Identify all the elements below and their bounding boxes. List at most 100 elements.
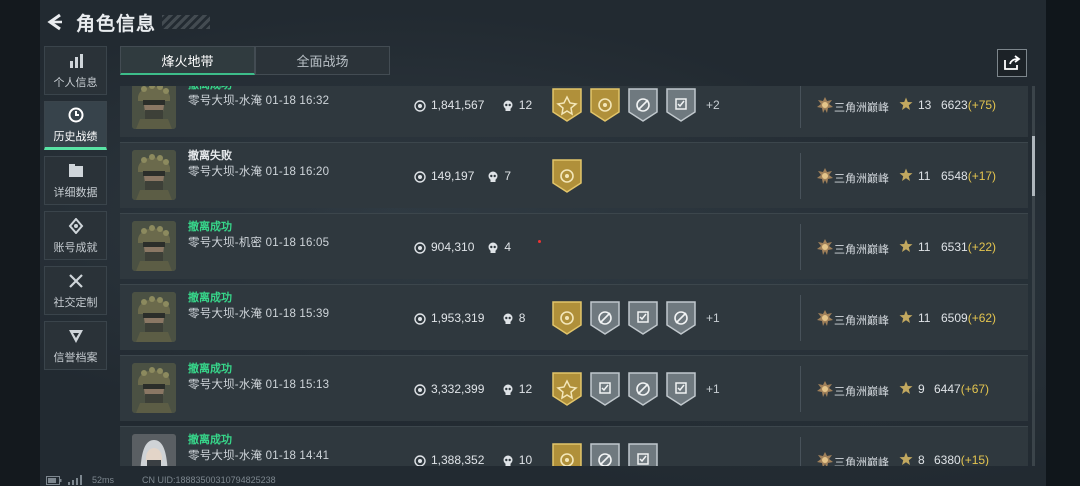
extracted-value: 1,953,319: [431, 311, 485, 325]
score-value: 6531: [941, 240, 968, 254]
skull-icon: [487, 241, 499, 253]
share-icon: [1004, 55, 1021, 70]
extraction-result: 撤离失败: [188, 150, 232, 162]
match-history-list[interactable]: 撤离成功 零号大坝-水淹 01-18 16:32 1,841,567 12 +2 三角洲巅…: [120, 86, 1028, 466]
gold-medal-icon[interactable]: [552, 372, 582, 406]
gold-medal-icon[interactable]: [552, 88, 582, 122]
coin-icon: [414, 99, 426, 112]
rank-level: 9: [918, 382, 925, 396]
map-and-time: 零号大坝-机密 01-18 16:05: [188, 237, 330, 249]
kill-count: 10: [518, 453, 533, 466]
operator-avatar: [132, 150, 176, 200]
silver-medal-icon[interactable]: [628, 443, 658, 466]
more-medals-count[interactable]: +1: [706, 382, 720, 396]
match-row[interactable]: 撤离成功零号大坝-水淹 01-18 16:321,841,56712+2三角洲巅…: [120, 86, 1028, 137]
map-and-time: 零号大坝-水淹 01-18 14:41: [188, 450, 330, 462]
match-row[interactable]: 撤离成功 零号大坝-水淹 01-18 15:39 1,953,319 8 +1 三角洲巅峰…: [120, 284, 1028, 350]
coin-icon: [414, 170, 426, 183]
match-row[interactable]: 撤离成功零号大坝-水淹 01-18 15:13 3,332,399 12 +1 三角洲巅…: [120, 355, 1028, 421]
kill-count: 8: [518, 311, 526, 325]
share-button[interactable]: [997, 49, 1027, 77]
score-value: 6548: [941, 169, 968, 183]
more-medals-count[interactable]: +2: [706, 98, 720, 112]
notification-dot: [538, 240, 541, 243]
rank-level: 8: [918, 453, 925, 466]
nav-label: 详细数据: [53, 187, 98, 199]
silver-medal-icon[interactable]: [628, 88, 658, 122]
scrollbar[interactable]: [1032, 86, 1035, 466]
rank-emblem-icon: [816, 167, 834, 185]
gold-medal-icon[interactable]: [552, 301, 582, 335]
skull-icon: [487, 170, 499, 182]
match-row[interactable]: 撤离成功 零号大坝-机密 01-18 16:05 904,310 4 三角洲巅峰 11 65…: [120, 213, 1028, 279]
skull-icon: [502, 312, 514, 324]
silver-medal-icon[interactable]: [666, 88, 696, 122]
rank-name: 三角洲巅峰: [834, 102, 889, 114]
skull-icon: [502, 383, 514, 395]
silver-medal-icon[interactable]: [590, 443, 620, 466]
ping-value: 52ms: [92, 475, 115, 485]
match-row[interactable]: 撤离成功 零号大坝-水淹 01-18 14:41 1,388,352 10 三角洲巅峰 8…: [120, 426, 1028, 466]
kill-count: 12: [518, 98, 533, 112]
gold-medal-icon[interactable]: [552, 443, 582, 466]
title-decoration: [162, 15, 211, 29]
back-arrow-icon[interactable]: [44, 11, 66, 33]
nav-item-history[interactable]: 历史战绩: [44, 101, 107, 150]
operator-avatar: [132, 86, 176, 129]
tab-hazard-zone[interactable]: 烽火地带: [120, 46, 255, 75]
coin-icon: [414, 383, 426, 396]
silver-medal-icon[interactable]: [628, 372, 658, 406]
extracted-value: 3,332,399: [431, 382, 485, 396]
nav-label: 社交定制: [53, 297, 98, 309]
map-and-time: 零号大坝-水淹 01-18 15:13: [188, 379, 330, 391]
tab-full-battlefield[interactable]: 全面战场: [255, 46, 390, 75]
nav-item-reputation[interactable]: 信誉档案: [44, 321, 107, 370]
medal-icon: [68, 216, 84, 236]
nav-label: 信誉档案: [53, 352, 98, 364]
silver-medal-icon[interactable]: [666, 301, 696, 335]
star-icon: [899, 97, 913, 111]
nav-item-details[interactable]: 详细数据: [44, 156, 107, 205]
gold-medal-icon[interactable]: [590, 88, 620, 122]
battery-icon: [46, 475, 62, 485]
gold-medal-icon[interactable]: [552, 159, 582, 193]
silver-medal-icon[interactable]: [590, 301, 620, 335]
row-divider: [800, 153, 801, 199]
score-delta: (+75): [967, 98, 997, 112]
rank-emblem-icon: [816, 96, 834, 114]
kill-count: 7: [504, 169, 512, 183]
nav-item-profile[interactable]: 个人信息: [44, 46, 107, 95]
operator-avatar: [132, 221, 176, 271]
scroll-thumb[interactable]: [1032, 136, 1035, 196]
score-value: 6623: [941, 98, 968, 112]
kill-count: 12: [518, 382, 533, 396]
row-divider: [800, 224, 801, 270]
extraction-result: 撤离成功: [188, 363, 232, 375]
signal-icon: [68, 475, 82, 485]
rank-score: 6531(+22): [941, 240, 996, 254]
silver-medal-icon[interactable]: [628, 301, 658, 335]
coin-icon: [414, 454, 426, 466]
side-nav: 个人信息 历史战绩 详细数据 账号成就 社交定制 信誉档案: [44, 46, 107, 376]
coin-icon: [414, 241, 426, 254]
nav-item-achievements[interactable]: 账号成就: [44, 211, 107, 260]
silver-medal-icon[interactable]: [590, 372, 620, 406]
nav-label: 账号成就: [53, 242, 98, 254]
silver-medal-icon[interactable]: [666, 372, 696, 406]
score-delta: (+15): [960, 453, 990, 466]
nav-item-social[interactable]: 社交定制: [44, 266, 107, 315]
row-divider: [800, 366, 801, 412]
right-edge: [1046, 0, 1080, 486]
page-title: 角色信息: [76, 13, 157, 35]
more-medals-count[interactable]: +1: [706, 311, 720, 325]
rank-emblem-icon: [816, 309, 834, 327]
operator-avatar: [132, 363, 176, 413]
extracted-value: 904,310: [431, 240, 475, 254]
row-divider: [800, 295, 801, 341]
score-value: 6447: [934, 382, 961, 396]
score-delta: (+62): [967, 311, 997, 325]
rank-name: 三角洲巅峰: [834, 386, 889, 398]
coin-icon: [414, 312, 426, 325]
match-row[interactable]: 撤离失败 零号大坝-水淹 01-18 16:20 149,197 7 三角洲巅峰 11 65…: [120, 142, 1028, 208]
score-value: 6509: [941, 311, 968, 325]
